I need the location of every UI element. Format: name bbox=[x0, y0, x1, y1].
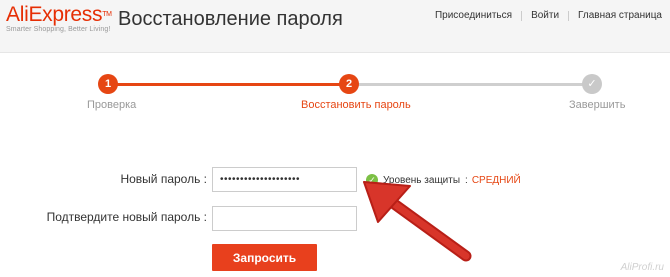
confirm-password-input[interactable] bbox=[212, 206, 357, 231]
sign-in-link[interactable]: Войти bbox=[531, 10, 559, 21]
new-password-input[interactable] bbox=[212, 167, 357, 192]
step-connector-pending bbox=[350, 83, 593, 86]
aliexpress-logo[interactable]: AliExpressTM Smarter Shopping, Better Li… bbox=[6, 3, 112, 33]
page-title: Восстановление пароля bbox=[118, 8, 343, 30]
home-link[interactable]: Главная страница bbox=[578, 10, 662, 21]
nav-divider bbox=[568, 10, 570, 21]
nav-divider bbox=[521, 10, 523, 21]
step-1-circle: 1 bbox=[98, 74, 118, 94]
step-connector-done bbox=[108, 83, 348, 86]
step-2-label: Восстановить пароль bbox=[301, 99, 411, 111]
logo-slogan: Smarter Shopping, Better Living! bbox=[6, 26, 111, 33]
confirm-password-label: Подтвердите новый пароль : bbox=[46, 210, 207, 224]
step-1-label: Проверка bbox=[87, 99, 137, 111]
submit-button[interactable]: Запросить bbox=[212, 244, 317, 271]
step-3-check-icon: ✓ bbox=[582, 74, 602, 94]
new-password-label: Новый пароль : bbox=[120, 172, 207, 186]
annotation-arrow-icon bbox=[363, 181, 472, 262]
logo-text: AliExpress bbox=[6, 3, 103, 26]
logo-trademark: TM bbox=[102, 11, 112, 18]
header: AliExpressTM Smarter Shopping, Better Li… bbox=[0, 0, 670, 53]
strength-value: СРЕДНИЙ bbox=[471, 174, 521, 186]
step-3-label: Завершить bbox=[569, 99, 626, 111]
join-link[interactable]: Присоединиться bbox=[435, 10, 512, 21]
step-2-circle: 2 bbox=[339, 74, 359, 94]
progress-stepper: 1 2 ✓ Проверка Восстановить пароль Завер… bbox=[0, 70, 670, 120]
watermark: AliProfi.ru bbox=[620, 262, 664, 273]
top-nav: Присоединиться Войти Главная страница bbox=[435, 10, 662, 21]
